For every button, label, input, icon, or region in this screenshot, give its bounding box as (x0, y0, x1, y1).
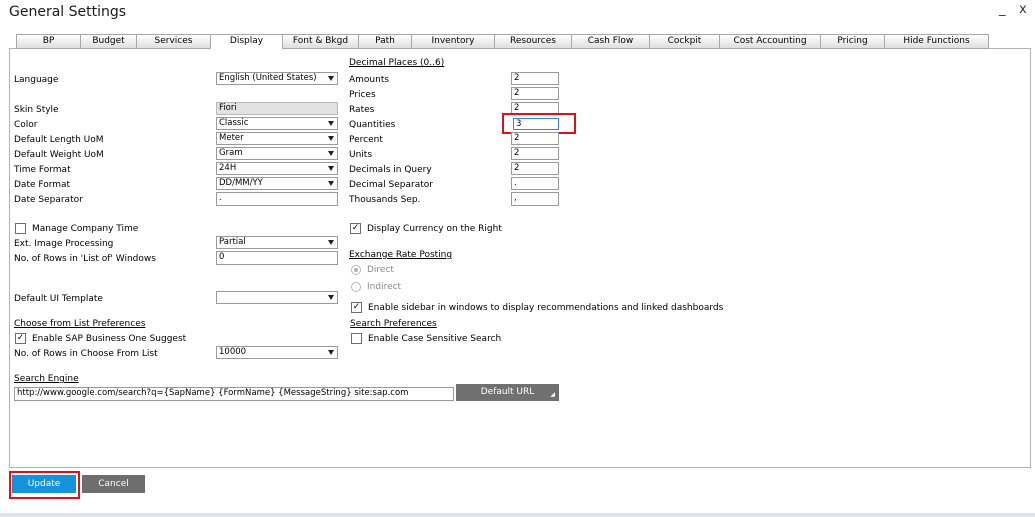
decimal-label-thousands: Thousands Sep. (349, 195, 421, 205)
tab-path[interactable]: Path (359, 34, 412, 49)
tab-services[interactable]: Services (137, 34, 211, 49)
direct-label: Direct (367, 265, 394, 275)
case-sensitive-checkbox[interactable] (351, 333, 362, 344)
enable-suggest-checkbox[interactable]: ✓ (15, 333, 26, 344)
ext-image-select[interactable]: Partial (216, 236, 338, 249)
time-format-select[interactable]: 24H (216, 162, 338, 175)
rows-list-of-label: No. of Rows in 'List of' Windows (14, 254, 156, 264)
tab-strip: BP Budget Services Display Font & Bkgd P… (16, 34, 989, 50)
tab-hide-functions[interactable]: Hide Functions (885, 34, 989, 49)
search-preferences-title: Search Preferences (350, 319, 437, 329)
tab-display[interactable]: Display (211, 34, 283, 50)
exchange-rate-title: Exchange Rate Posting (349, 250, 453, 260)
enable-sidebar-checkbox[interactable]: ✓ (351, 302, 362, 313)
weight-uom-label: Default Weight UoM (14, 150, 104, 160)
decimal-label-percent: Percent (349, 135, 383, 145)
update-highlight (9, 471, 80, 499)
decimal-field-query[interactable]: 2 (511, 162, 559, 175)
decimal-label-query: Decimals in Query (349, 165, 432, 175)
decimal-label-prices: Prices (349, 90, 376, 100)
rows-list-of-field[interactable]: 0 (216, 251, 338, 265)
decimal-field-units[interactable]: 2 (511, 147, 559, 160)
rows-cfl-select[interactable]: 10000 (216, 346, 338, 359)
case-sensitive-label: Enable Case Sensitive Search (368, 334, 502, 344)
tab-font-bkgd[interactable]: Font & Bkgd (283, 34, 359, 49)
search-engine-title: Search Engine (14, 374, 79, 384)
decimal-field-separator[interactable]: . (511, 177, 559, 190)
tab-resources[interactable]: Resources (495, 34, 572, 49)
enable-sidebar-label: Enable sidebar in windows to display rec… (368, 303, 724, 313)
date-separator-field[interactable]: . (216, 192, 338, 206)
decimal-label-rates: Rates (349, 105, 375, 115)
tab-cash-flow[interactable]: Cash Flow (572, 34, 650, 49)
ui-template-label: Default UI Template (14, 294, 103, 304)
dropdown-corner-icon: ◢ (550, 391, 555, 398)
decimal-label-amounts: Amounts (349, 75, 390, 85)
tab-budget[interactable]: Budget (81, 34, 137, 49)
color-select[interactable]: Classic (216, 117, 338, 130)
window-title: General Settings (9, 4, 127, 20)
tab-cost-accounting[interactable]: Cost Accounting (720, 34, 821, 49)
decimal-field-thousands[interactable]: , (511, 192, 559, 206)
tab-cockpit[interactable]: Cockpit (650, 34, 720, 49)
ext-image-label: Ext. Image Processing (14, 239, 114, 249)
decimal-field-prices[interactable]: 2 (511, 87, 559, 100)
direct-radio[interactable] (351, 265, 361, 275)
tab-bp[interactable]: BP (16, 34, 81, 49)
manage-company-time-label: Manage Company Time (32, 224, 139, 234)
display-currency-right-label: Display Currency on the Right (367, 224, 502, 234)
skin-style-field: Fiori (216, 102, 338, 115)
quantities-highlight (502, 113, 576, 134)
display-currency-right-checkbox[interactable]: ✓ (350, 223, 361, 234)
manage-company-time-checkbox[interactable] (15, 223, 26, 234)
rows-cfl-label: No. of Rows in Choose From List (14, 349, 158, 359)
decimal-label-quantities: Quantities (349, 120, 396, 130)
indirect-radio[interactable] (351, 282, 361, 292)
minimize-button[interactable]: _ (999, 2, 1006, 17)
window-bottom-edge (0, 513, 1035, 517)
color-label: Color (14, 120, 38, 130)
weight-uom-select[interactable]: Gram (216, 147, 338, 160)
decimal-field-percent[interactable]: 2 (511, 132, 559, 145)
tab-pricing[interactable]: Pricing (821, 34, 885, 49)
default-url-button[interactable]: Default URL ◢ (456, 384, 559, 401)
tab-inventory[interactable]: Inventory (412, 34, 495, 49)
decimal-field-amounts[interactable]: 2 (511, 72, 559, 85)
length-uom-label: Default Length UoM (14, 135, 104, 145)
date-format-label: Date Format (14, 180, 71, 190)
decimal-places-title: Decimal Places (0..6) (349, 58, 445, 68)
enable-suggest-label: Enable SAP Business One Suggest (32, 334, 187, 344)
skin-style-label: Skin Style (14, 105, 59, 115)
length-uom-select[interactable]: Meter (216, 132, 338, 145)
date-separator-label: Date Separator (14, 195, 83, 205)
cancel-button[interactable]: Cancel (82, 475, 145, 493)
ui-template-select[interactable] (216, 291, 338, 304)
time-format-label: Time Format (14, 165, 71, 175)
language-select[interactable]: English (United States) (216, 72, 338, 85)
decimal-label-units: Units (349, 150, 373, 160)
cfl-preferences-title: Choose from List Preferences (14, 319, 146, 329)
language-label: Language (14, 75, 59, 85)
date-format-select[interactable]: DD/MM/YY (216, 177, 338, 190)
search-engine-field[interactable]: http://www.google.com/search?q={SapName}… (14, 387, 454, 401)
decimal-label-separator: Decimal Separator (349, 180, 433, 190)
close-button[interactable]: x (1019, 2, 1027, 17)
indirect-label: Indirect (367, 282, 402, 292)
